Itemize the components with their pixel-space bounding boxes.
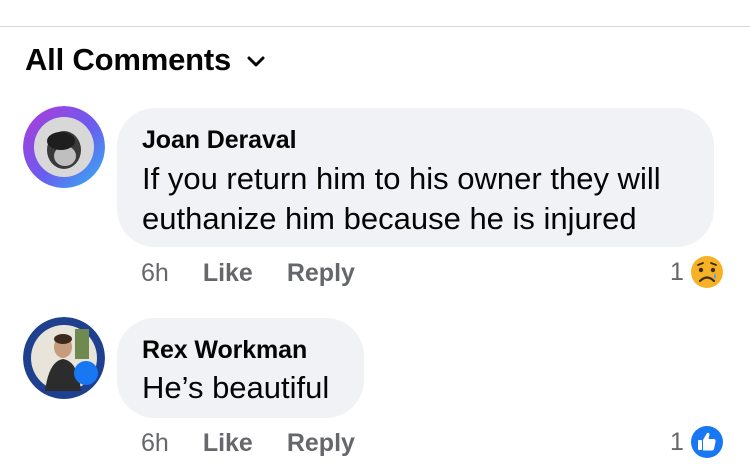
like-button[interactable]: Like <box>203 259 253 288</box>
comments-filter-dropdown[interactable]: All Comments <box>25 42 265 78</box>
comment-actions: 6h Like Reply <box>141 429 355 458</box>
like-button[interactable]: Like <box>203 429 253 458</box>
profile-frame-image <box>23 317 105 399</box>
comment-author[interactable]: Rex Workman <box>142 336 307 365</box>
comment-text-line-1: He’s beautiful <box>142 370 330 405</box>
reply-button[interactable]: Reply <box>287 259 355 288</box>
sad-face-icon <box>690 256 723 288</box>
comments-filter-label: All Comments <box>25 42 232 77</box>
comment-actions: 6h Like Reply <box>141 259 355 288</box>
avatar[interactable] <box>23 106 105 188</box>
comment-bubble: Rex Workman He’s beautiful <box>117 318 364 418</box>
reaction-summary[interactable]: 1 <box>670 255 724 289</box>
comment-timestamp[interactable]: 6h <box>141 259 169 288</box>
avatar[interactable] <box>23 317 105 399</box>
reply-button[interactable]: Reply <box>287 429 355 458</box>
comment-timestamp[interactable]: 6h <box>141 429 169 458</box>
comment-text-line-1: If you return him to his owner they will <box>142 161 661 196</box>
profile-frame-image <box>23 106 105 188</box>
comment-author[interactable]: Joan Deraval <box>142 126 297 155</box>
top-divider <box>0 26 750 27</box>
comment-bubble: Joan Deraval If you return him to his ow… <box>117 108 714 247</box>
chevron-down-icon <box>247 56 265 67</box>
reaction-count: 1 <box>670 257 684 286</box>
reaction-count: 1 <box>670 427 684 456</box>
reaction-summary[interactable]: 1 <box>670 425 724 459</box>
comment-text-line-2: euthanize him because he is injured <box>142 201 637 236</box>
thumbs-up-icon <box>690 426 723 458</box>
